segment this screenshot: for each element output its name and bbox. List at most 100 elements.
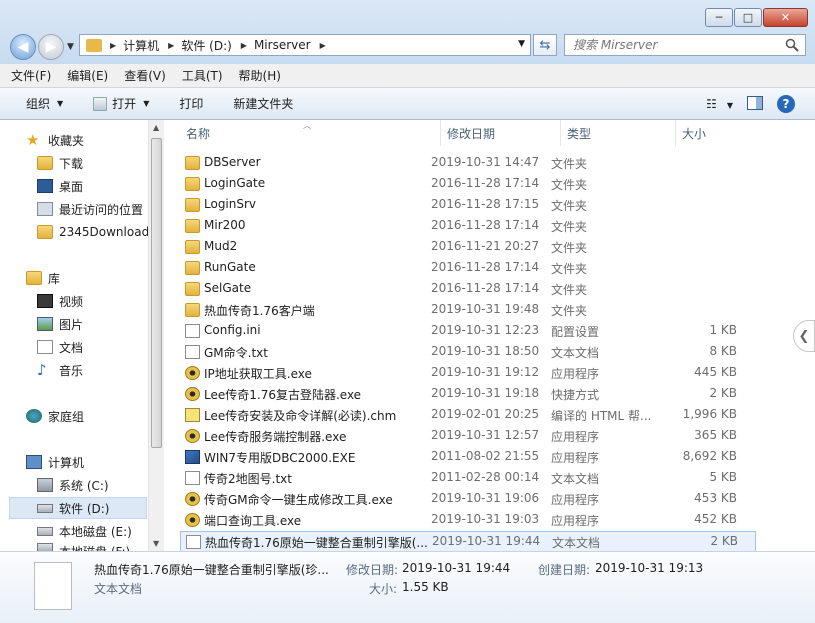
file-row[interactable]: 热血传奇1.76原始一键整合重制引擎版(... 2019-10-31 19:44 文…	[180, 531, 756, 552]
new-folder-button[interactable]: 新建文件夹	[233, 95, 293, 112]
file-name: 端口查询工具.exe	[204, 514, 302, 528]
nav-item-drive-c[interactable]: 系统 (C:)	[37, 474, 109, 496]
file-row[interactable]: LoginSrv 2016-11-28 17:15 文件夹	[180, 195, 756, 216]
file-row[interactable]: LoginGate 2016-11-28 17:14 文件夹	[180, 174, 756, 195]
address-bar[interactable]: ▶ 计算机 ▶ 软件 (D:) ▶ Mirserver ▶ ▼	[79, 34, 531, 56]
folder-icon	[185, 303, 200, 317]
refresh-button[interactable]: ⇆	[533, 34, 557, 56]
file-row[interactable]: Config.ini 2019-10-31 12:23 配置设置 1 KB	[180, 321, 756, 342]
file-row[interactable]: DBServer 2019-10-31 14:47 文件夹	[180, 153, 756, 174]
open-button[interactable]: 打开 ▼	[93, 95, 149, 112]
preview-pane-button[interactable]	[747, 95, 763, 113]
view-options-button[interactable]: ☷ ▼	[706, 97, 733, 111]
breadcrumb-drive-d[interactable]: ▶ 软件 (D:)	[168, 37, 232, 54]
breadcrumb-computer[interactable]: ▶ 计算机	[110, 37, 159, 54]
folder-icon	[185, 240, 200, 254]
scroll-down-icon[interactable]: ▼	[153, 539, 159, 548]
column-header-date[interactable]: 修改日期	[441, 120, 561, 146]
details-size-value: 1.55 KB	[402, 580, 449, 594]
address-dropdown[interactable]: ▼	[518, 39, 525, 49]
menu-view[interactable]: 查看(V)	[124, 67, 166, 84]
nav-item-recent-places[interactable]: 最近访问的位置	[37, 198, 143, 220]
search-icon[interactable]	[785, 38, 799, 52]
file-row[interactable]: Lee传奇服务端控制器.exe 2019-10-31 12:57 应用程序 365 K…	[180, 426, 756, 447]
file-row[interactable]: Lee传奇安装及命令详解(必读).chm 2019-02-01 20:25 编译的 …	[180, 405, 756, 426]
column-header-type[interactable]: 类型	[561, 120, 676, 146]
file-row[interactable]: 传奇GM命令一键生成修改工具.exe 2019-10-31 19:06 应用程序 45…	[180, 489, 756, 510]
menu-tools[interactable]: 工具(T)	[182, 67, 223, 84]
folder-icon	[185, 282, 200, 296]
nav-computer[interactable]: 计算机	[26, 451, 84, 473]
file-row[interactable]: IP地址获取工具.exe 2019-10-31 19:12 应用程序 445 KB	[180, 363, 756, 384]
music-library-icon: ♪	[37, 361, 47, 379]
file-date: 2016-11-28 17:15	[431, 197, 540, 211]
chevron-right-icon: ▶	[240, 40, 247, 50]
nav-item-videos[interactable]: 视频	[37, 290, 83, 312]
star-icon: ★	[26, 131, 40, 149]
file-row[interactable]: 热血传奇1.76客户端 2019-10-31 19:48 文件夹	[180, 300, 756, 321]
search-box[interactable]	[564, 34, 806, 56]
chevron-right-icon: ▶	[168, 40, 175, 50]
file-row[interactable]: 端口查询工具.exe 2019-10-31 19:03 应用程序 452 KB	[180, 510, 756, 531]
minimize-button[interactable]: ─	[705, 8, 733, 27]
back-button[interactable]: ◀	[10, 34, 36, 60]
file-date: 2019-10-31 19:03	[431, 512, 540, 526]
nav-scroll-thumb[interactable]	[151, 138, 162, 448]
nav-libraries[interactable]: 库	[26, 267, 60, 289]
file-size: 445 KB	[694, 365, 737, 379]
file-name: Mud2	[204, 239, 238, 253]
close-button[interactable]: ✕	[763, 8, 808, 27]
folder-icon	[185, 261, 200, 275]
organize-button[interactable]: 组织 ▼	[26, 95, 63, 112]
file-type: 应用程序	[551, 430, 600, 444]
shortcut-icon	[185, 387, 200, 401]
picture-library-icon	[37, 317, 53, 331]
menu-edit[interactable]: 编辑(E)	[67, 67, 108, 84]
nav-scrollbar[interactable]: ▲ ▼	[148, 120, 164, 551]
help-button[interactable]: ?	[777, 95, 795, 113]
nav-item-drive-d[interactable]: 软件 (D:)	[9, 497, 147, 519]
maximize-button[interactable]: □	[734, 8, 762, 27]
file-name: IP地址获取工具.exe	[204, 367, 312, 381]
search-input[interactable]	[571, 37, 771, 53]
file-row[interactable]: Mir200 2016-11-28 17:14 文件夹	[180, 216, 756, 237]
nav-favorites[interactable]: ★ 收藏夹	[26, 129, 84, 151]
folder-icon	[185, 198, 200, 212]
nav-item-drive-f[interactable]: 本地磁盘 (F:)	[37, 543, 130, 551]
nav-item-music[interactable]: ♪ 音乐	[37, 359, 83, 381]
scroll-up-icon[interactable]: ▲	[153, 123, 159, 132]
recent-pages-dropdown[interactable]: ▼	[67, 42, 74, 52]
print-button[interactable]: 打印	[179, 95, 203, 112]
nav-item-pictures[interactable]: 图片	[37, 313, 83, 335]
file-type: 文本文档	[552, 536, 601, 550]
details-modified-value: 2019-10-31 19:44	[402, 561, 511, 575]
expand-panel-button[interactable]: ❮	[793, 320, 815, 352]
breadcrumb-mirserver[interactable]: ▶ Mirserver ▶	[241, 38, 333, 52]
file-row[interactable]: 传奇2地图号.txt 2011-02-28 00:14 文本文档 5 KB	[180, 468, 756, 489]
column-header-name[interactable]: 名称	[180, 120, 441, 146]
column-header-size[interactable]: 大小	[676, 120, 756, 146]
details-modified-label: 修改日期:	[346, 563, 399, 577]
file-row[interactable]: RunGate 2016-11-28 17:14 文件夹	[180, 258, 756, 279]
menu-file[interactable]: 文件(F)	[11, 67, 51, 84]
nav-item-2345downloads[interactable]: 2345Downloads	[37, 221, 148, 243]
forward-button[interactable]: ▶	[38, 34, 64, 60]
system-drive-icon	[37, 478, 53, 492]
nav-item-documents[interactable]: 文档	[37, 336, 83, 358]
file-row[interactable]: WIN7专用版DBC2000.EXE 2011-08-02 21:55 应用程序 8,…	[180, 447, 756, 468]
file-row[interactable]: GM命令.txt 2019-10-31 18:50 文本文档 8 KB	[180, 342, 756, 363]
nav-homegroup[interactable]: 家庭组	[26, 405, 84, 427]
nav-item-downloads[interactable]: 下载	[37, 152, 83, 174]
file-type: 文件夹	[551, 241, 588, 255]
file-row[interactable]: Mud2 2016-11-21 20:27 文件夹	[180, 237, 756, 258]
file-row[interactable]: SelGate 2016-11-28 17:14 文件夹	[180, 279, 756, 300]
file-date: 2019-10-31 19:18	[431, 386, 540, 400]
menu-help[interactable]: 帮助(H)	[239, 67, 281, 84]
nav-item-desktop[interactable]: 桌面	[37, 175, 83, 197]
nav-item-drive-e[interactable]: 本地磁盘 (E:)	[37, 520, 132, 542]
file-row[interactable]: Lee传奇1.76复古登陆器.exe 2019-10-31 19:18 快捷方式 2 …	[180, 384, 756, 405]
dropdown-arrow-icon: ▼	[57, 99, 64, 108]
file-size: 8,692 KB	[682, 449, 737, 463]
file-name: Mir200	[204, 218, 246, 232]
file-name: SelGate	[204, 281, 252, 295]
